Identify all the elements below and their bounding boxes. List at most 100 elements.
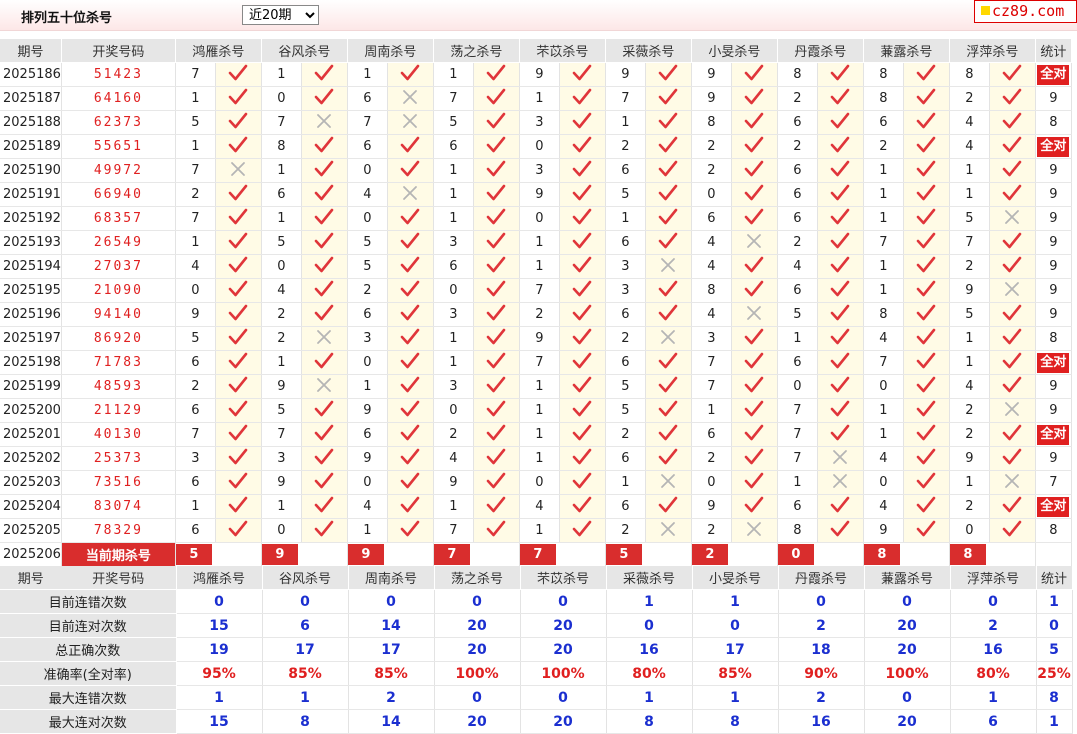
result-mark xyxy=(473,518,520,543)
check-icon xyxy=(314,496,334,518)
site-logo[interactable]: cz89.com xyxy=(974,0,1077,23)
kill-value: 7 xyxy=(347,110,388,135)
kill-value: 7 xyxy=(175,422,216,447)
stat-cell: 9 xyxy=(1035,446,1072,471)
result-mark xyxy=(731,206,778,231)
page-title: 排列五十位杀号 xyxy=(21,11,113,26)
result-mark xyxy=(903,230,950,255)
check-icon xyxy=(228,112,248,134)
col-header-expert: 小旻杀号 xyxy=(691,39,778,63)
result-mark xyxy=(817,62,864,87)
kill-value: 4 xyxy=(863,446,904,471)
result-mark xyxy=(387,278,434,303)
stats-value: 17 xyxy=(692,637,779,662)
kill-value: 1 xyxy=(175,86,216,111)
col-header-expert: 鸿雁杀号 xyxy=(175,39,262,63)
check-icon xyxy=(1002,424,1022,446)
table-row: 2025190 49972 7 1 0 1 3 6 2 6 1 1 9 xyxy=(0,158,1072,183)
kill-value: 6 xyxy=(605,158,646,183)
kill-value: 7 xyxy=(777,446,818,471)
check-icon xyxy=(572,160,592,182)
stats-value: 1 xyxy=(692,589,779,614)
stats-label: 目前连对次数 xyxy=(0,613,177,638)
stats-value: 1 xyxy=(606,589,693,614)
check-icon xyxy=(1002,64,1022,86)
kill-value: 1 xyxy=(261,206,302,231)
kill-value: 7 xyxy=(605,86,646,111)
check-icon xyxy=(744,328,764,350)
kill-value: 6 xyxy=(605,446,646,471)
kill-value: 2 xyxy=(949,422,990,447)
kill-value: 1 xyxy=(175,134,216,159)
result-mark xyxy=(645,158,692,183)
result-mark xyxy=(817,470,864,495)
check-icon xyxy=(658,424,678,446)
kill-value: 6 xyxy=(691,206,732,231)
check-icon xyxy=(830,232,850,254)
check-icon xyxy=(830,496,850,518)
check-icon xyxy=(830,520,850,542)
result-mark xyxy=(645,230,692,255)
table-row: 2025191 66940 2 6 4 1 9 5 0 6 1 1 9 xyxy=(0,182,1072,207)
check-icon xyxy=(658,496,678,518)
kill-value: 2 xyxy=(863,134,904,159)
result-mark xyxy=(817,398,864,423)
period-cell: 2025201 xyxy=(0,422,62,447)
check-icon xyxy=(228,136,248,158)
result-mark xyxy=(645,326,692,351)
kill-value: 0 xyxy=(347,206,388,231)
result-mark xyxy=(989,230,1036,255)
kill-value: 6 xyxy=(777,182,818,207)
current-kill-value: 0 xyxy=(777,544,814,565)
check-icon xyxy=(400,208,420,230)
kill-value: 9 xyxy=(261,374,302,399)
stats-value: 17 xyxy=(262,637,349,662)
check-icon xyxy=(486,496,506,518)
kill-value: 1 xyxy=(433,350,474,375)
table-row: 2025203 73516 6 9 0 9 0 1 0 1 0 1 7 xyxy=(0,470,1072,495)
check-icon xyxy=(314,232,334,254)
cross-icon xyxy=(660,257,676,277)
check-icon xyxy=(486,280,506,302)
result-mark xyxy=(817,446,864,471)
check-icon xyxy=(916,400,936,422)
kill-value: 6 xyxy=(175,350,216,375)
result-mark xyxy=(989,398,1036,423)
col-header-numbers: 开奖号码 xyxy=(61,39,176,63)
stats-label: 最大连错次数 xyxy=(0,685,177,710)
check-icon xyxy=(744,352,764,374)
stats-value: 0 xyxy=(348,589,435,614)
current-kill-value: 8 xyxy=(949,544,986,565)
result-mark xyxy=(645,446,692,471)
stats-value: 0 xyxy=(434,685,521,710)
kill-value: 5 xyxy=(949,302,990,327)
check-icon xyxy=(400,352,420,374)
cross-icon xyxy=(832,449,848,469)
kill-value: 3 xyxy=(519,158,560,183)
kill-value: 4 xyxy=(949,134,990,159)
kill-value: 1 xyxy=(519,422,560,447)
stats-value: 16 xyxy=(950,637,1037,662)
check-icon xyxy=(228,496,248,518)
col-header-expert: 浮萍杀号 xyxy=(949,39,1036,63)
logo-text: cz89.com xyxy=(992,2,1065,20)
period-cell: 2025203 xyxy=(0,470,62,495)
current-kill-value: 5 xyxy=(605,544,642,565)
result-mark xyxy=(989,302,1036,327)
result-mark xyxy=(215,446,262,471)
stats-value: 14 xyxy=(348,613,435,638)
period-select[interactable]: 近20期 xyxy=(242,5,319,25)
result-mark xyxy=(731,422,778,447)
period-cell: 2025200 xyxy=(0,398,62,423)
kill-value: 1 xyxy=(261,62,302,87)
kill-value: 6 xyxy=(777,350,818,375)
stats-value: 0 xyxy=(520,589,607,614)
result-mark xyxy=(903,134,950,159)
result-mark xyxy=(301,134,348,159)
result-mark xyxy=(731,158,778,183)
cross-icon xyxy=(1004,401,1020,421)
result-mark xyxy=(903,278,950,303)
period-cell: 2025193 xyxy=(0,230,62,255)
result-mark xyxy=(215,518,262,543)
period-cell: 2025191 xyxy=(0,182,62,207)
